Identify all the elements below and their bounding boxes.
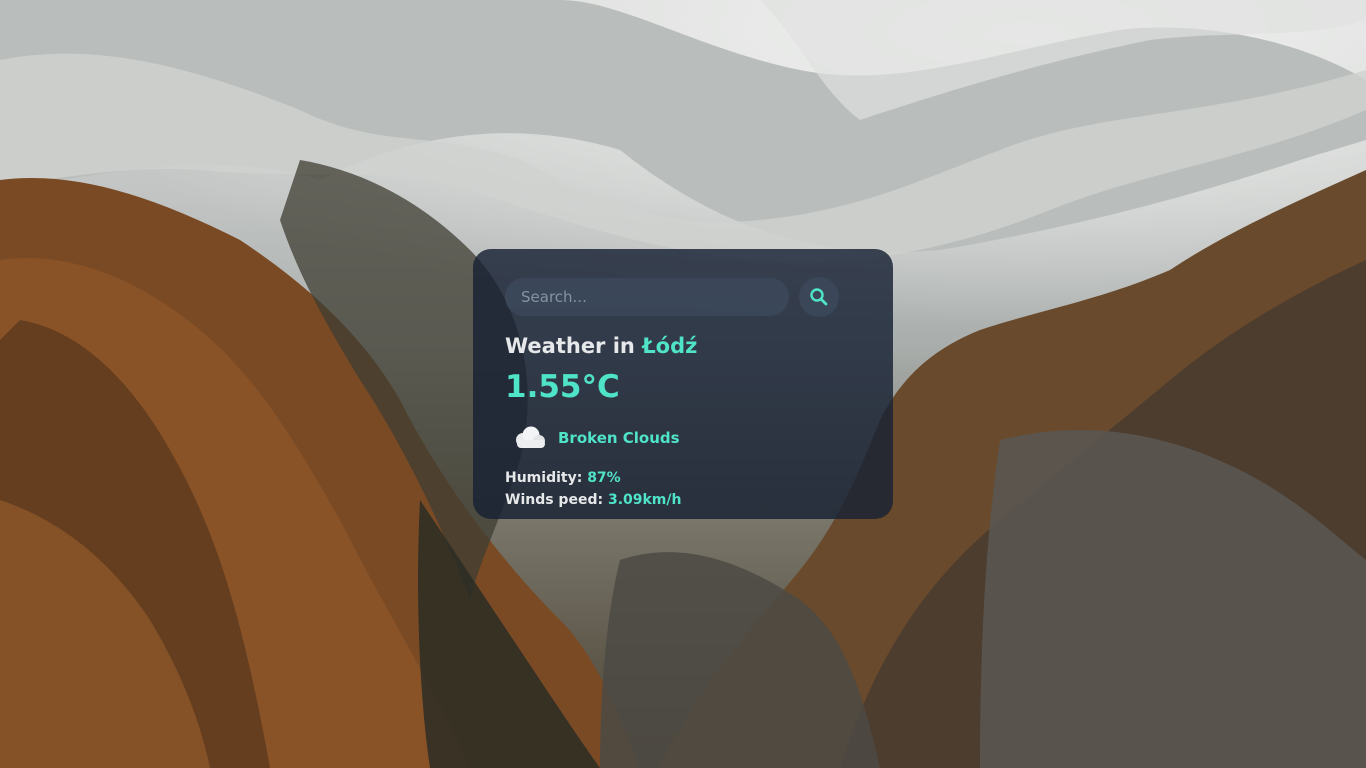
search-bar — [505, 277, 861, 317]
weather-title-prefix: Weather in — [505, 334, 643, 358]
search-icon — [810, 288, 828, 306]
weather-title: Weather in Łódź — [505, 331, 861, 361]
wind-value: 3.09km/h — [607, 492, 682, 508]
city-name: Łódź — [642, 334, 698, 358]
wind-row: Winds peed: 3.09km/h — [505, 489, 861, 511]
humidity-label: Humidity: — [505, 470, 583, 486]
humidity-value: 87% — [587, 470, 621, 486]
weather-stats: Humidity: 87% Winds peed: 3.09km/h — [505, 467, 861, 511]
weather-card: Weather in Łódź 1.55°C Broken Clouds Hum… — [473, 249, 893, 519]
cloud-icon — [516, 426, 545, 448]
wind-label: Winds peed: — [505, 492, 604, 508]
background-landscape: Weather in Łódź 1.55°C Broken Clouds Hum… — [0, 0, 1366, 768]
temperature: 1.55°C — [505, 369, 620, 405]
condition-text: Broken Clouds — [558, 429, 680, 447]
humidity-row: Humidity: 87% — [505, 467, 861, 489]
search-input[interactable] — [505, 278, 789, 316]
search-button[interactable] — [799, 277, 839, 317]
condition-row: Broken Clouds — [505, 421, 861, 455]
